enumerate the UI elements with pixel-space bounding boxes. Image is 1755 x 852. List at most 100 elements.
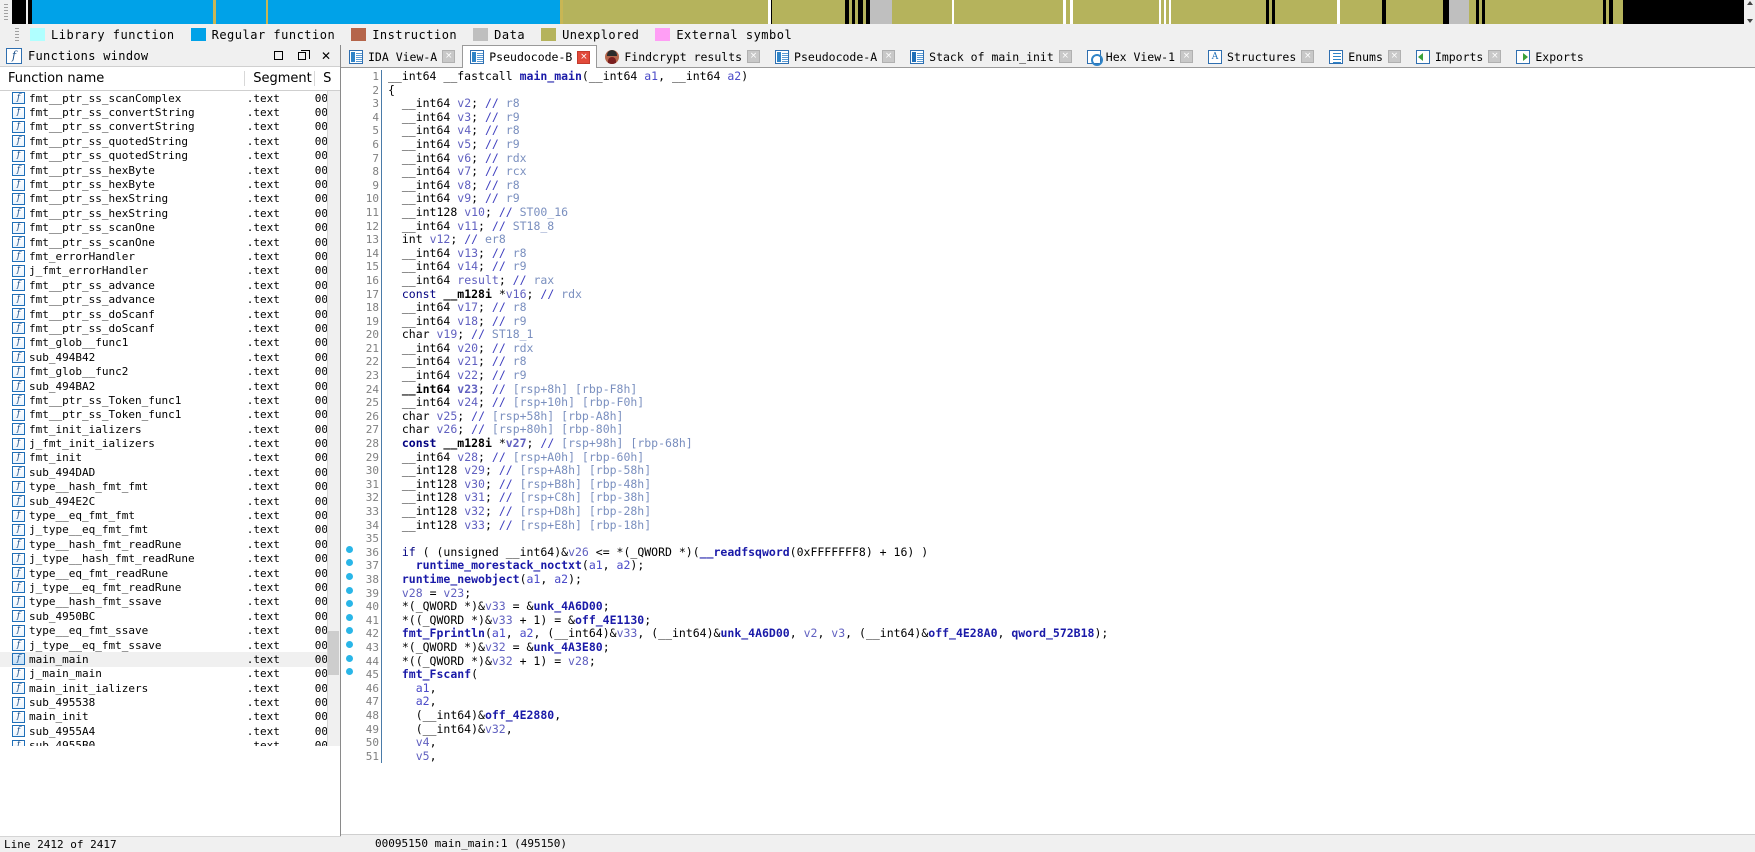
code-line[interactable]: 45 fmt_Fscanf( xyxy=(341,667,1755,682)
view-tab-bar[interactable]: IDA View-A × Pseudocode-B × Findcrypt result… xyxy=(341,45,1755,68)
code-line[interactable]: 12 __int64 v11; // ST18_8 xyxy=(341,219,1755,234)
code-line[interactable]: 27 char v26; // [rsp+80h] [rbp-80h] xyxy=(341,423,1755,438)
function-list-row[interactable]: f fmt_init_ializers .text 00 xyxy=(0,422,340,436)
code-line[interactable]: 28 const __m128i *v27; // [rsp+98h] [rbp… xyxy=(341,436,1755,451)
code-line[interactable]: 13 int v12; // er8 xyxy=(341,232,1755,247)
tab-pseudocode-a[interactable]: Pseudocode-A × xyxy=(767,45,903,67)
function-list-row[interactable]: f sub_494DAD .text 00 xyxy=(0,465,340,479)
function-list-row[interactable]: f fmt_init .text 00 xyxy=(0,451,340,465)
tab-hex-view-1[interactable]: Hex View-1 × xyxy=(1078,45,1201,67)
code-line[interactable]: 47 a2, xyxy=(341,695,1755,709)
code-line[interactable]: 21 __int64 v20; // rdx xyxy=(341,341,1755,356)
function-list-row[interactable]: f main_init_ializers .text 00 xyxy=(0,681,340,695)
code-line[interactable]: 44 *((_QWORD *)&v32 + 1) = v28; xyxy=(341,654,1755,669)
function-list-row[interactable]: f sub_494E2C .text 00 xyxy=(0,494,340,508)
code-line[interactable]: 14 __int64 v13; // r8 xyxy=(341,246,1755,261)
breakpoint-marker-icon[interactable] xyxy=(341,586,357,594)
code-line[interactable]: 23 __int64 v22; // r9 xyxy=(341,368,1755,383)
function-list-row[interactable]: f fmt__ptr_ss_convertString .text 00 xyxy=(0,105,340,119)
function-list-row[interactable]: f fmt_glob__func1 .text 00 xyxy=(0,336,340,350)
code-line[interactable]: 29 __int64 v28; // [rsp+A0h] [rbp-60h] xyxy=(341,450,1755,465)
code-line[interactable]: 11 __int128 v10; // ST00_16 xyxy=(341,205,1755,220)
function-list-row[interactable]: f main_main .text 00 xyxy=(0,652,340,667)
function-list-row[interactable]: f fmt__ptr_ss_advance .text 00 xyxy=(0,292,340,306)
function-list-row[interactable]: f fmt__ptr_ss_hexByte .text 00 xyxy=(0,177,340,191)
code-line[interactable]: 17 const __m128i *v16; // rdx xyxy=(341,287,1755,302)
function-list-row[interactable]: f sub_4955B0 .text 00 xyxy=(0,739,340,746)
function-list-row[interactable]: f fmt__ptr_ss_hexString .text 00 xyxy=(0,192,340,206)
breakpoint-marker-icon[interactable] xyxy=(341,613,357,621)
tab-close-icon[interactable]: × xyxy=(1488,50,1502,63)
tab-stack-of-main-init[interactable]: Stack of main_init × xyxy=(902,45,1079,67)
breakpoint-marker-icon[interactable] xyxy=(341,600,357,608)
code-line[interactable]: 25 __int64 v24; // [rsp+10h] [rbp-F0h] xyxy=(341,395,1755,410)
code-line[interactable]: 36 if ( (unsigned __int64)&v26 <= *(_QWO… xyxy=(341,545,1755,560)
code-line[interactable]: 4 __int64 v3; // r9 xyxy=(341,110,1755,125)
column-header-s[interactable]: S xyxy=(314,71,340,86)
tab-close-icon[interactable]: × xyxy=(577,50,591,64)
function-list-row[interactable]: f fmt__ptr_ss_quotedString .text 00 xyxy=(0,134,340,148)
functions-list-vertical-scroll-thumb[interactable] xyxy=(328,631,339,675)
function-list-row[interactable]: f fmt__ptr_ss_hexString .text 00 xyxy=(0,206,340,220)
restore-button[interactable] xyxy=(290,46,314,66)
function-list-row[interactable]: f fmt__ptr_ss_scanOne .text 00 xyxy=(0,235,340,249)
code-line[interactable]: 5 __int64 v4; // r8 xyxy=(341,124,1755,138)
tab-structures[interactable]: A Structures × xyxy=(1200,45,1322,67)
pseudocode-view[interactable]: 1 __int64 __fastcall main_main(__int64 a1… xyxy=(341,68,1755,834)
navband-up-arrow-icon[interactable] xyxy=(1746,1,1753,5)
code-line[interactable]: 31 __int128 v30; // [rsp+B8h] [rbp-48h] xyxy=(341,477,1755,492)
tab-pseudocode-b[interactable]: Pseudocode-B × xyxy=(462,45,598,68)
function-list-row[interactable]: f j_type__hash_fmt_readRune .text 00 xyxy=(0,552,340,566)
code-line[interactable]: 51 v5, xyxy=(341,749,1755,764)
functions-list[interactable]: f fmt__ptr_ss_scanComplex .text 00 f fmt__ptr… xyxy=(0,91,340,746)
function-list-row[interactable]: f fmt__ptr_ss_doScanf .text 00 xyxy=(0,307,340,321)
function-list-row[interactable]: f fmt__ptr_ss_convertString .text 00 xyxy=(0,120,340,134)
function-list-row[interactable]: f fmt__ptr_ss_scanComplex .text 00 xyxy=(0,91,340,105)
code-line[interactable]: 1 __int64 __fastcall main_main(__int64 a1… xyxy=(341,69,1755,84)
navband-drag-grip[interactable] xyxy=(0,0,12,24)
code-line[interactable]: 24 __int64 v23; // [rsp+8h] [rbp-F8h] xyxy=(341,382,1755,397)
function-list-row[interactable]: f sub_4950BC .text 00 xyxy=(0,609,340,623)
function-list-row[interactable]: f fmt__ptr_ss_quotedString .text 00 xyxy=(0,149,340,163)
code-line[interactable]: 41 *((_QWORD *)&v33 + 1) = &off_4E1130; xyxy=(341,613,1755,628)
code-line[interactable]: 30 __int128 v29; // [rsp+A8h] [rbp-58h] xyxy=(341,463,1755,478)
function-list-row[interactable]: f type__eq_fmt_ssave .text 00 xyxy=(0,623,340,637)
code-line[interactable]: 37 runtime_morestack_noctxt(a1, a2); xyxy=(341,559,1755,573)
column-header-function-name[interactable]: Function name xyxy=(0,71,244,86)
navband-strip[interactable] xyxy=(12,0,1744,24)
tab-exports[interactable]: Exports xyxy=(1508,45,1591,67)
function-list-row[interactable]: f j_fmt_init_ializers .text 00 xyxy=(0,436,340,450)
function-list-row[interactable]: f fmt__ptr_ss_doScanf .text 00 xyxy=(0,321,340,335)
code-line[interactable]: 35 xyxy=(341,532,1755,546)
breakpoint-marker-icon[interactable] xyxy=(341,640,357,648)
function-list-row[interactable]: f type__eq_fmt_fmt .text 00 xyxy=(0,508,340,522)
tab-close-icon[interactable]: × xyxy=(747,50,761,63)
code-line[interactable]: 32 __int128 v31; // [rsp+C8h] [rbp-38h] xyxy=(341,491,1755,505)
legend-drag-grip[interactable] xyxy=(12,24,22,45)
function-list-row[interactable]: f j_type__eq_fmt_ssave .text 00 xyxy=(0,638,340,652)
function-list-row[interactable]: f sub_494B42 .text 00 xyxy=(0,350,340,364)
code-line[interactable]: 16 __int64 result; // rax xyxy=(341,273,1755,288)
breakpoint-marker-icon[interactable] xyxy=(341,572,357,580)
breakpoint-marker-icon[interactable] xyxy=(341,545,357,553)
breakpoint-marker-icon[interactable] xyxy=(341,668,357,676)
navband-down-arrow-icon[interactable] xyxy=(1746,19,1753,23)
close-button[interactable]: ✕ xyxy=(314,46,338,66)
function-list-row[interactable]: f type__eq_fmt_readRune .text 00 xyxy=(0,566,340,580)
code-line[interactable]: 34 __int128 v33; // [rsp+E8h] [rbp-18h] xyxy=(341,518,1755,533)
function-list-row[interactable]: f main_init .text 00 xyxy=(0,710,340,724)
code-line[interactable]: 40 *(_QWORD *)&v33 = &unk_4A6D00; xyxy=(341,599,1755,614)
code-line[interactable]: 8 __int64 v7; // rcx xyxy=(341,164,1755,179)
functions-list-vertical-scrollbar[interactable] xyxy=(327,91,340,746)
function-list-row[interactable]: f fmt_glob__func2 .text 00 xyxy=(0,364,340,378)
code-line[interactable]: 3 __int64 v2; // r8 xyxy=(341,96,1755,111)
function-list-row[interactable]: f type__hash_fmt_ssave .text 00 xyxy=(0,595,340,609)
function-list-row[interactable]: f type__hash_fmt_fmt .text 00 xyxy=(0,480,340,494)
code-line[interactable]: 7 __int64 v6; // rdx xyxy=(341,151,1755,166)
breakpoint-marker-icon[interactable] xyxy=(341,559,357,567)
tab-enums[interactable]: Enums × xyxy=(1321,45,1408,67)
breakpoint-marker-icon[interactable] xyxy=(341,654,357,662)
function-list-row[interactable]: f fmt__ptr_ss_Token_func1 .text 00 xyxy=(0,408,340,422)
code-line[interactable]: 33 __int128 v32; // [rsp+D8h] [rbp-28h] xyxy=(341,504,1755,519)
code-line[interactable]: 38 runtime_newobject(a1, a2); xyxy=(341,572,1755,587)
